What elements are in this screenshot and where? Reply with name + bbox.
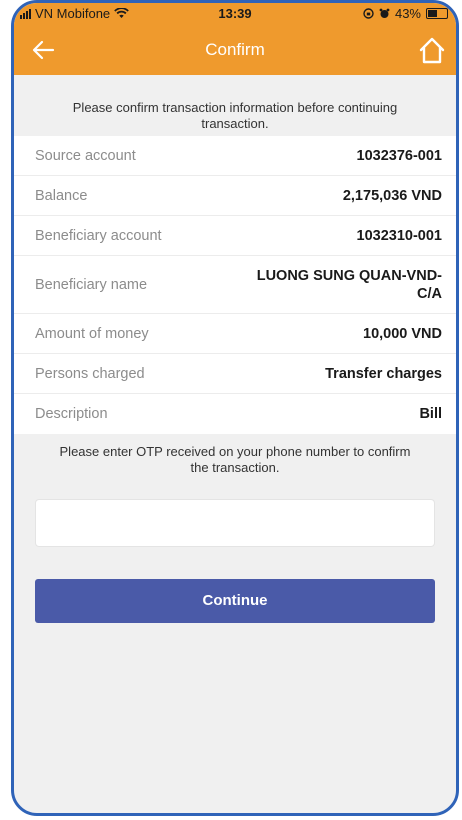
content-area: Please confirm transaction information b…	[14, 75, 456, 813]
detail-value: Bill	[419, 406, 442, 422]
home-icon[interactable]	[416, 34, 448, 66]
confirm-notice: Please confirm transaction information b…	[72, 100, 398, 131]
detail-value: 1032376-001	[356, 147, 442, 164]
battery-icon	[426, 8, 448, 19]
detail-row-balance: Balance 2,175,036 VND	[14, 176, 456, 216]
phone-frame: VN Mobifone 13:39 43% Confirm Please con…	[11, 0, 459, 816]
status-right: 43%	[363, 6, 448, 21]
details-list: Source account 1032376-001 Balance 2,175…	[14, 136, 456, 434]
otp-prompt: Please enter OTP received on your phone …	[59, 444, 411, 475]
detail-value: 1032310-001	[356, 227, 442, 244]
detail-label: Source account	[35, 147, 136, 164]
continue-button[interactable]: Continue	[35, 579, 435, 623]
detail-row-beneficiary-name: Beneficiary name LUONG SUNG QUAN-VND-C/A	[14, 256, 456, 314]
detail-label: Description	[35, 406, 108, 422]
detail-label: Beneficiary name	[35, 276, 148, 293]
detail-row-amount: Amount of money 10,000 VND	[14, 314, 456, 354]
detail-row-beneficiary-account: Beneficiary account 1032310-001	[14, 216, 456, 256]
detail-row-persons-charged: Persons charged Transfer charges	[14, 354, 456, 394]
orientation-lock-icon	[363, 8, 374, 19]
alarm-icon	[379, 8, 390, 18]
page-title: Confirm	[205, 40, 265, 59]
otp-field-container	[35, 499, 435, 547]
detail-label: Persons charged	[35, 365, 145, 382]
status-bar: VN Mobifone 13:39 43%	[14, 3, 456, 25]
detail-value: Transfer charges	[325, 365, 442, 382]
detail-row-description: Description Bill	[14, 394, 456, 434]
detail-value: LUONG SUNG QUAN-VND-C/A	[256, 267, 442, 302]
otp-input[interactable]	[36, 500, 434, 546]
detail-label: Beneficiary account	[35, 227, 162, 244]
detail-value: 2,175,036 VND	[342, 187, 442, 204]
app-header: Confirm	[14, 25, 456, 75]
detail-row-source-account: Source account 1032376-001	[14, 136, 456, 176]
detail-label: Balance	[35, 187, 88, 204]
detail-value: 10,000 VND	[363, 325, 442, 342]
detail-label: Amount of money	[35, 325, 149, 342]
battery-percent: 43%	[394, 6, 421, 21]
